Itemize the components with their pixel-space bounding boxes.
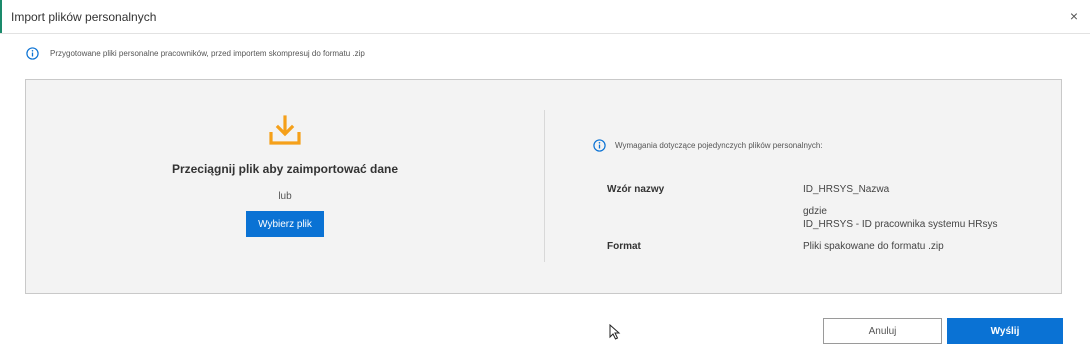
format-label: Format [607, 241, 641, 252]
import-panel: Przeciągnij plik aby zaimportować dane l… [25, 79, 1062, 294]
download-tray-icon [269, 115, 301, 145]
name-pattern-value: ID_HRSYS_Nazwa [803, 184, 890, 195]
close-icon[interactable]: × [1066, 8, 1082, 24]
info-banner: Przygotowane pliki personalne pracownikó… [26, 46, 365, 60]
info-circle-icon [593, 139, 606, 152]
header-accent-bar [0, 0, 2, 33]
drop-zone-title: Przeciągnij plik aby zaimportować dane [171, 162, 399, 176]
requirements-header: Wymagania dotyczące pojedynczych plików … [593, 139, 823, 152]
format-value: Pliki spakowane do formatu .zip [803, 241, 944, 252]
requirements-text: Wymagania dotyczące pojedynczych plików … [615, 141, 823, 150]
or-text: lub [278, 191, 292, 202]
info-text: Przygotowane pliki personalne pracownikó… [50, 48, 365, 58]
file-drop-zone[interactable]: Przeciągnij plik aby zaimportować dane l… [26, 80, 544, 293]
panel-divider [544, 110, 545, 262]
send-button[interactable]: Wyślij [947, 318, 1063, 344]
name-pattern-label: Wzór nazwy [607, 184, 665, 195]
import-dialog: Import plików personalnych × Przygotowan… [0, 0, 1090, 350]
choose-file-button[interactable]: Wybierz plik [246, 211, 324, 237]
where-description: ID_HRSYS - ID pracownika systemu HRsys [803, 219, 998, 230]
where-text: gdzie [803, 206, 827, 217]
cancel-button[interactable]: Anuluj [823, 318, 942, 344]
dialog-header: Import plików personalnych × [0, 0, 1090, 34]
info-circle-icon [26, 46, 39, 60]
dialog-title: Import plików personalnych [11, 10, 157, 24]
mouse-cursor-icon [609, 324, 621, 340]
